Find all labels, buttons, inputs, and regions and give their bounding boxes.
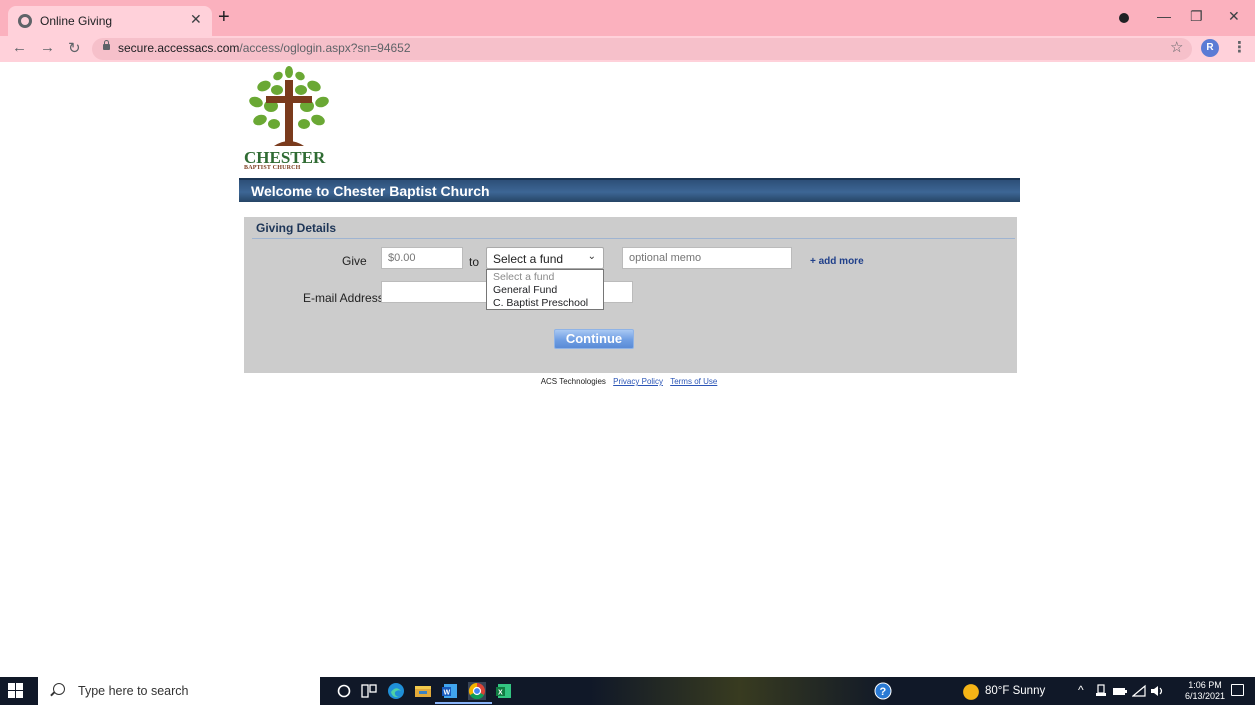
edge-browser-icon[interactable] [387,682,405,700]
search-icon [53,683,65,695]
wifi-icon[interactable] [1132,684,1146,698]
chevron-down-icon: ⌄ [587,251,596,262]
church-logo: CHESTER BAPTIST CHURCH [244,66,334,174]
chrome-icon[interactable] [468,682,486,700]
windows-taskbar: Type here to search W X ? 80°F Sunny ^ 1… [0,677,1255,705]
fund-select[interactable]: Select a fund ⌄ [486,247,604,269]
maximize-icon[interactable]: ❐ [1190,8,1203,25]
reload-icon[interactable]: ↻ [68,39,81,57]
fund-select-value: Select a fund [493,252,564,266]
privacy-policy-link[interactable]: Privacy Policy [613,377,663,386]
weather-text[interactable]: 80°F Sunny [985,685,1045,697]
close-window-icon[interactable]: ✕ [1228,8,1240,25]
chevron-up-icon[interactable]: ^ [1078,683,1084,697]
task-view-icon[interactable] [360,682,378,700]
fund-option[interactable]: C. Baptist Preschool [487,297,603,309]
close-tab-icon[interactable]: ✕ [190,11,202,28]
section-divider [252,238,1015,239]
welcome-heading: Welcome to Chester Baptist Church [251,183,490,199]
svg-text:?: ? [880,686,887,698]
give-label: Give [342,254,367,268]
notifications-icon[interactable] [1231,684,1244,696]
system-clock[interactable]: 1:06 PM 6/13/2021 [1185,680,1225,702]
browser-tab-strip: Online Giving ✕ + — ❐ ✕ [0,0,1255,36]
terms-of-use-link[interactable]: Terms of Use [670,377,717,386]
tree-cross-icon [249,66,329,146]
to-label: to [469,255,480,269]
help-icon[interactable]: ? [874,682,892,700]
cortana-icon[interactable] [335,682,353,700]
fund-option[interactable]: Select a fund [487,271,603,283]
windows-start-icon[interactable] [8,683,24,699]
recording-icon[interactable] [1119,13,1129,23]
section-title: Giving Details [256,221,337,235]
clock-date: 6/13/2021 [1185,691,1226,701]
email-label: E-mail Address [303,291,384,305]
fund-dropdown-list: Select a fund General Fund C. Baptist Pr… [486,269,604,310]
sun-weather-icon [963,684,979,700]
taskbar-search-box[interactable]: Type here to search [38,677,320,705]
browser-tab[interactable]: Online Giving ✕ [8,6,212,36]
logo-wordmark: CHESTER [244,148,326,167]
back-icon[interactable]: ← [12,39,27,56]
fund-option[interactable]: General Fund [487,284,603,296]
lock-icon [103,40,110,50]
svg-text:W: W [444,690,451,697]
amount-input[interactable] [381,247,463,269]
browser-toolbar: ← → ↻ secure.accessacs.com/access/oglogi… [0,36,1255,62]
continue-button[interactable]: Continue [554,329,634,349]
memo-input[interactable] [622,247,792,269]
url-text: secure.accessacs.com/access/oglogin.aspx… [118,41,411,55]
excel-icon[interactable]: X [495,682,513,700]
address-bar[interactable]: secure.accessacs.com/access/oglogin.aspx… [92,38,1192,60]
profile-avatar[interactable]: R [1201,39,1219,57]
file-explorer-icon[interactable] [414,682,432,700]
welcome-banner: Welcome to Chester Baptist Church [239,178,1020,202]
search-placeholder: Type here to search [78,684,189,698]
tab-title: Online Giving [40,14,113,28]
clock-time: 1:06 PM [1188,680,1222,690]
minimize-icon[interactable]: — [1157,8,1171,24]
add-more-link[interactable]: + add more [810,256,864,267]
new-tab-button[interactable]: + [218,7,230,27]
svg-text:X: X [498,690,503,697]
logo-subtext: BAPTIST CHURCH [244,165,301,171]
giving-details-panel: Giving Details Give to Select a fund ⌄ +… [244,217,1017,373]
bookmark-star-icon[interactable]: ☆ [1170,38,1183,56]
battery-icon[interactable] [1112,684,1128,698]
volume-icon[interactable] [1150,684,1166,698]
forward-icon[interactable]: → [40,39,55,56]
word-icon[interactable]: W [441,682,459,700]
menu-kebab-icon[interactable]: ⋮ [1232,38,1247,56]
page-footer: ACS Technologies Privacy Policy Terms of… [0,377,1255,386]
footer-company: ACS Technologies [540,377,606,386]
globe-icon [18,14,32,28]
usb-icon[interactable] [1094,684,1108,698]
